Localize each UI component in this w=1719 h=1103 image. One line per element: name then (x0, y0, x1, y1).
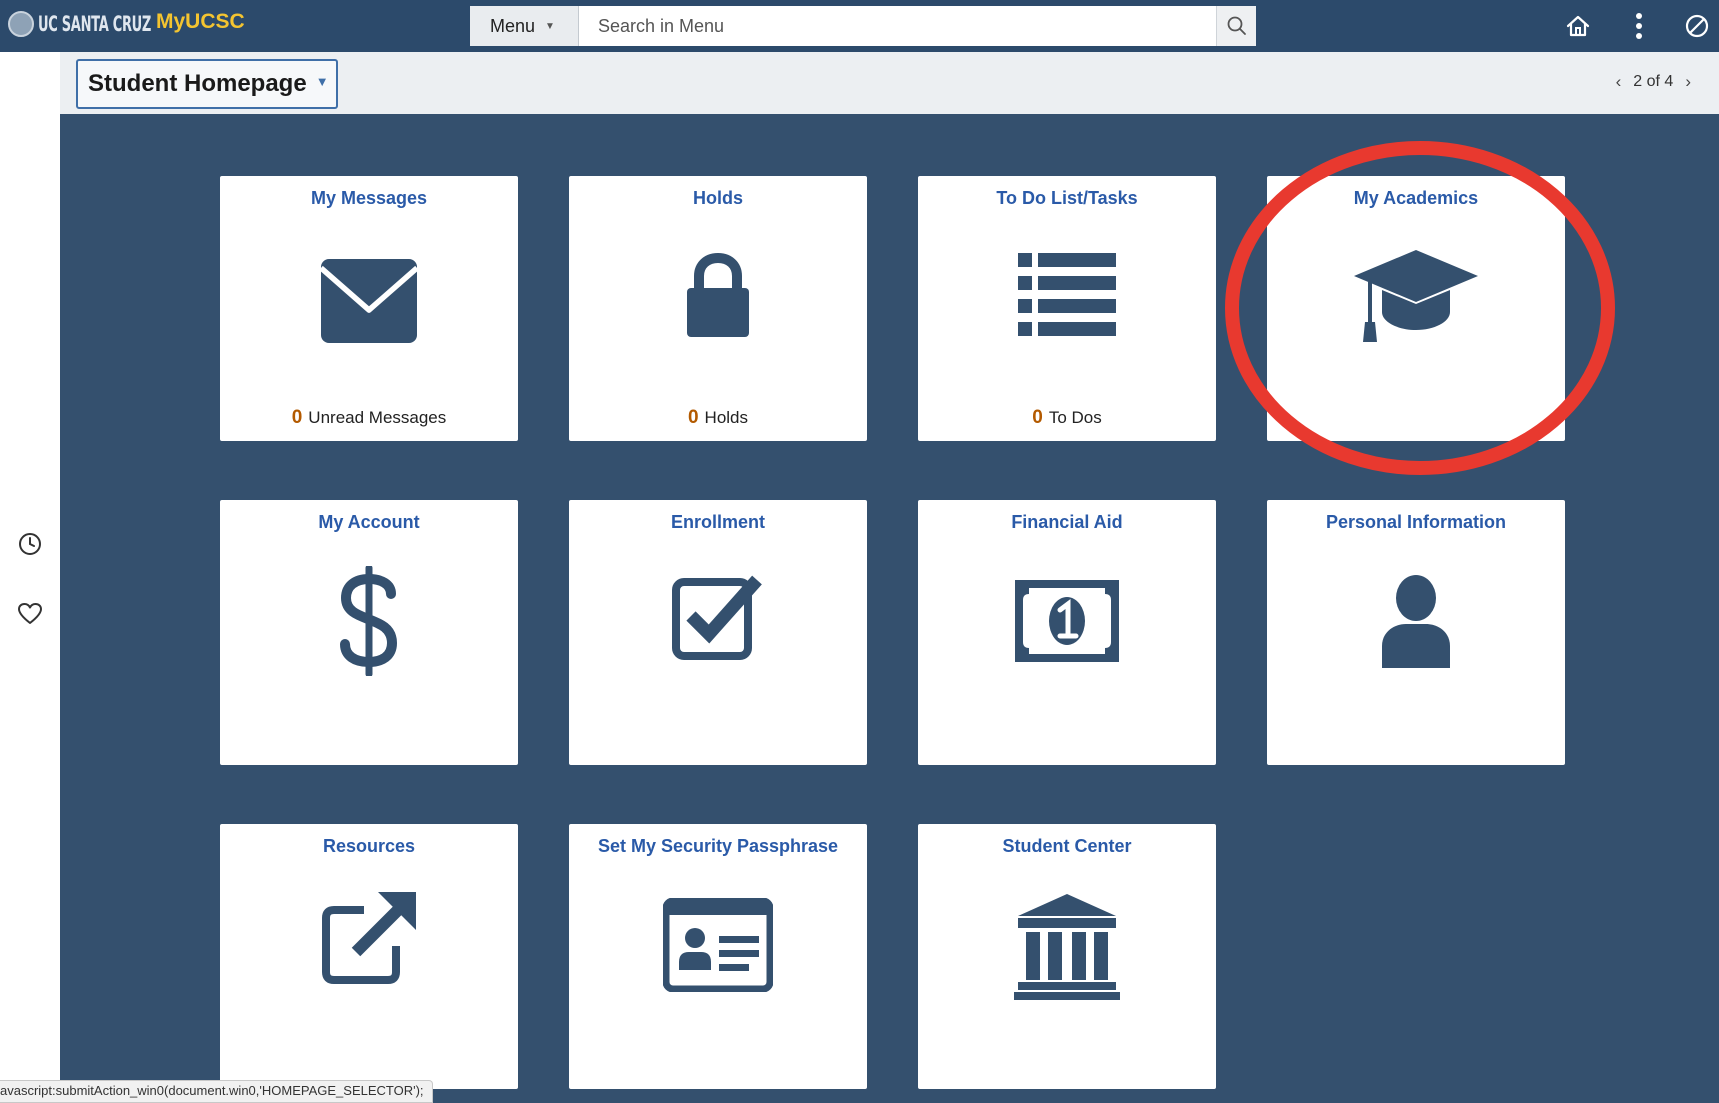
count-value: 0 (291, 407, 303, 428)
actions-menu-button[interactable] (1622, 9, 1656, 43)
person-icon (1382, 575, 1450, 668)
tile-to-do-list[interactable]: To Do List/Tasks 0 To Dos (918, 176, 1216, 441)
homepage-pager: ‹ 2 of 4 › (1616, 72, 1691, 92)
envelope-icon (320, 259, 418, 343)
count-label: To Dos (1048, 408, 1102, 427)
kebab-menu-icon (1636, 13, 1642, 39)
id-card-icon (663, 898, 773, 992)
page-header: Student Homepage ▼ ‹ 2 of 4 › (60, 52, 1719, 114)
university-seal-icon (8, 11, 34, 37)
count-label: Unread Messages (308, 408, 447, 427)
external-link-icon (322, 892, 416, 984)
brand-university-name: UC SANTA CRUZ (38, 12, 152, 36)
favorites-button[interactable] (14, 598, 46, 630)
chevron-left-icon[interactable]: ‹ (1616, 72, 1622, 92)
tile-holds[interactable]: Holds 0 Holds (569, 176, 867, 441)
count-label: Holds (704, 408, 749, 427)
count-value: 0 (687, 407, 699, 428)
tile-student-center[interactable]: Student Center (918, 824, 1216, 1089)
dollar-bill-icon (1015, 580, 1119, 662)
recent-history-button[interactable] (14, 528, 46, 560)
tile-resources[interactable]: Resources (220, 824, 518, 1089)
institution-building-icon (1014, 894, 1120, 1000)
dollar-sign-icon (340, 566, 398, 676)
tile-count: 0 Holds (569, 407, 867, 429)
menu-dropdown-button[interactable]: Menu ▼ (470, 6, 579, 46)
brand-app-name[interactable]: MyUCSC (156, 10, 245, 34)
search-field[interactable] (579, 6, 1216, 46)
tile-title: Student Center (1002, 836, 1132, 856)
tile-title: My Messages (310, 188, 428, 208)
tile-title: Holds (692, 188, 743, 208)
count-value: 0 (1032, 407, 1043, 428)
tile-title: My Account (318, 512, 420, 532)
tile-title: Set My Security Passphrase (597, 836, 839, 856)
tile-title: Enrollment (670, 512, 765, 532)
tile-title: Resources (322, 836, 416, 856)
no-entry-icon (1685, 14, 1709, 38)
navbar-button[interactable] (1680, 9, 1714, 43)
list-icon (1018, 253, 1116, 336)
tile-personal-information[interactable]: Personal Information (1267, 500, 1565, 765)
chevron-right-icon[interactable]: › (1685, 72, 1691, 92)
padlock-icon (687, 252, 749, 337)
pager-text: 2 of 4 (1633, 73, 1674, 90)
side-rail (0, 52, 60, 1103)
tile-set-security-passphrase[interactable]: Set My Security Passphrase (569, 824, 867, 1089)
recent-history-icon (19, 533, 41, 555)
chevron-down-icon: ▼ (545, 20, 555, 32)
chevron-down-icon: ▼ (315, 73, 329, 89)
top-navigation-bar: UC SANTA CRUZ MyUCSC Menu ▼ (0, 0, 1719, 52)
tile-count: 0 Unread Messages (220, 407, 518, 429)
home-button[interactable] (1561, 9, 1595, 43)
tile-my-account[interactable]: My Account (220, 500, 518, 765)
homepage-selector[interactable]: Student Homepage ▼ (76, 59, 338, 109)
tile-title: Financial Aid (1011, 512, 1123, 532)
search-button[interactable] (1216, 6, 1256, 46)
tile-title: Personal Information (1325, 512, 1507, 532)
tile-title: To Do List/Tasks (996, 188, 1138, 208)
search-input[interactable] (598, 15, 1178, 37)
browser-status-bar: avascript:submitAction_win0(document.win… (0, 1080, 433, 1103)
homepage-selector-label: Student Homepage (88, 70, 307, 97)
tile-enrollment[interactable]: Enrollment (569, 500, 867, 765)
tile-title: My Academics (1353, 188, 1479, 208)
tile-count: 0 To Dos (918, 407, 1216, 429)
checkbox-checked-icon (672, 575, 762, 660)
menu-label: Menu (490, 15, 536, 36)
home-icon (1566, 15, 1590, 37)
tile-financial-aid[interactable]: Financial Aid (918, 500, 1216, 765)
graduation-cap-icon (1354, 250, 1478, 342)
favorites-heart-icon (18, 603, 42, 624)
search-icon (1227, 16, 1246, 35)
tile-my-messages[interactable]: My Messages 0 Unread Messages (220, 176, 518, 441)
tile-my-academics[interactable]: My Academics (1267, 176, 1565, 441)
app-window: UC SANTA CRUZ MyUCSC Menu ▼ Search in Me… (0, 0, 1719, 1103)
